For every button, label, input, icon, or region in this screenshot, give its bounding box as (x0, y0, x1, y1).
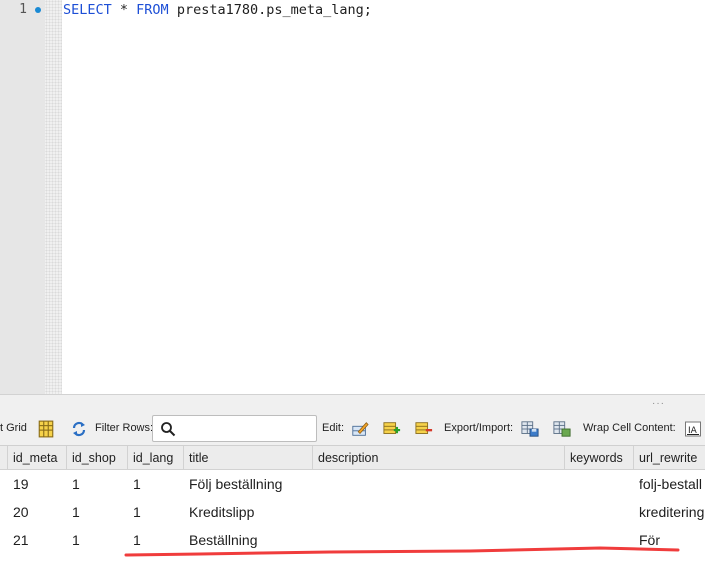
sql-query-line[interactable]: SELECT * FROM presta1780.ps_meta_lang; (63, 2, 372, 18)
table-cell[interactable] (565, 498, 634, 526)
table-cell[interactable]: 1 (128, 526, 184, 554)
table-cell[interactable]: kreditering (634, 498, 705, 526)
table-cell[interactable]: 20 (8, 498, 67, 526)
column-header[interactable]: id_shop (67, 446, 128, 470)
query-table: presta1780.ps_meta_lang; (168, 2, 372, 18)
result-grid[interactable]: id_meta id_shop id_lang title descriptio… (0, 446, 705, 561)
import-icon[interactable] (553, 420, 571, 438)
keyword-from: FROM (136, 2, 169, 18)
table-cell[interactable] (565, 526, 634, 554)
grid-header: id_meta id_shop id_lang title descriptio… (0, 446, 705, 470)
table-cell[interactable] (565, 470, 634, 498)
column-header[interactable]: id_lang (128, 446, 184, 470)
line-number-gutter: 1 (0, 0, 45, 394)
filter-rows-input[interactable] (152, 415, 317, 442)
export-icon[interactable] (521, 420, 539, 438)
table-cell[interactable]: 21 (8, 526, 67, 554)
table-row[interactable]: 21 1 1 Beställning För (0, 526, 705, 554)
table-cell[interactable] (313, 526, 565, 554)
wrap-cell-content-label: Wrap Cell Content: (583, 422, 676, 434)
fold-column (45, 0, 62, 394)
result-toolbar: t Grid Filter Rows: Edit: Export/Import:… (0, 412, 705, 446)
table-cell[interactable]: 19 (8, 470, 67, 498)
table-cell[interactable]: 1 (128, 498, 184, 526)
column-header[interactable]: url_rewrite (634, 446, 705, 470)
table-cell[interactable]: 1 (67, 526, 128, 554)
table-cell[interactable]: folj-bestall (634, 470, 705, 498)
table-cell[interactable] (313, 498, 565, 526)
pane-splitter[interactable]: ··· (0, 394, 705, 412)
wrap-cell-content-icon[interactable]: IA (684, 420, 702, 438)
column-header[interactable]: id_meta (8, 446, 67, 470)
table-cell[interactable]: Följ beställning (184, 470, 313, 498)
refresh-filter-icon[interactable] (70, 420, 88, 438)
table-cell[interactable]: 1 (67, 470, 128, 498)
edit-label: Edit: (322, 422, 345, 434)
search-icon (161, 422, 176, 437)
table-cell[interactable]: 1 (128, 470, 184, 498)
table-cell[interactable]: 1 (67, 498, 128, 526)
table-cell[interactable] (313, 470, 565, 498)
keyword-select: SELECT (63, 2, 112, 18)
statement-marker-icon (35, 7, 41, 13)
column-header[interactable]: title (184, 446, 313, 470)
export-import-label: Export/Import: (444, 422, 514, 434)
table-row[interactable]: 19 1 1 Följ beställning folj-bestall (0, 470, 705, 498)
query-star: * (111, 2, 137, 18)
column-header[interactable]: keywords (565, 446, 634, 470)
column-header[interactable]: description (313, 446, 565, 470)
delete-row-icon[interactable] (415, 420, 433, 438)
result-grid-label: t Grid (0, 422, 27, 434)
filter-rows-label: Filter Rows: (95, 422, 154, 434)
edit-row-icon[interactable] (351, 420, 369, 438)
row-selector-header (0, 446, 8, 470)
table-cell[interactable]: Kreditslipp (184, 498, 313, 526)
table-cell[interactable]: Beställning (184, 526, 313, 554)
sql-editor[interactable]: 1 SELECT * FROM presta1780.ps_meta_lang; (0, 0, 705, 394)
add-row-icon[interactable] (383, 420, 401, 438)
table-cell[interactable]: För (634, 526, 705, 554)
table-row[interactable]: 20 1 1 Kreditslipp kreditering (0, 498, 705, 526)
splitter-grip-icon: ··· (652, 398, 665, 409)
line-number: 1 (19, 2, 27, 17)
result-grid-icon[interactable] (37, 420, 55, 438)
